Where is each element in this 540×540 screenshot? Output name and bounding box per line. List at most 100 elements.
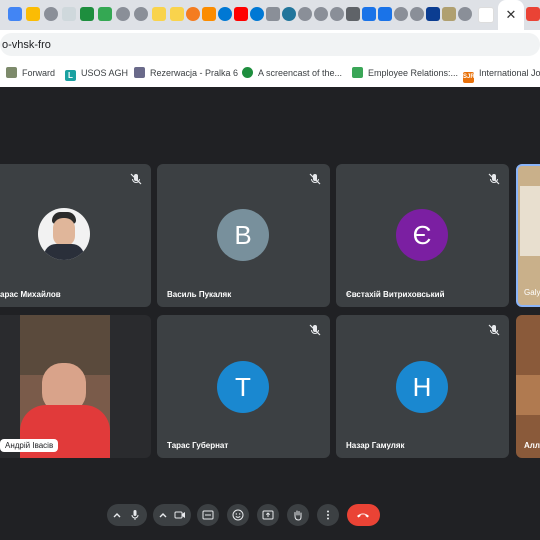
wordpress-tab-icon[interactable] (282, 7, 296, 21)
bookmark-international[interactable]: SJR International Jou (463, 66, 540, 83)
mic-icon[interactable] (129, 509, 141, 521)
raise-hand-button[interactable] (287, 504, 309, 526)
hang-up-icon (357, 513, 369, 518)
site-tab-icon[interactable] (62, 7, 76, 21)
globe-tab-icon[interactable] (314, 7, 328, 21)
avatar: Н (396, 361, 448, 413)
participant-tile-active[interactable]: Galy (516, 164, 540, 307)
participant-tile[interactable]: В Василь Пукаляк (157, 164, 330, 307)
close-tab-icon[interactable]: ✕ (498, 0, 524, 30)
chevron-up-icon[interactable] (157, 509, 169, 521)
avatar (38, 208, 90, 260)
address-bar: o-vhsk-fro (0, 30, 540, 59)
bookmark-label: Forward (22, 68, 56, 78)
participant-name: арас Михайлов (0, 290, 61, 299)
note-tab-icon[interactable] (170, 7, 184, 21)
meet-tab-icon[interactable] (526, 7, 540, 21)
participant-name: Galy (524, 288, 540, 297)
cloud-tab-icon[interactable] (266, 7, 280, 21)
translate-tab-icon[interactable] (346, 7, 360, 21)
plane-tab-icon[interactable] (426, 7, 440, 21)
participant-tile[interactable]: Андрій Івасів (0, 315, 151, 458)
bookmark-usos[interactable]: L USOS AGH (65, 66, 129, 81)
bookmark-label: International Jou (479, 68, 540, 78)
note-tab-icon[interactable] (152, 7, 166, 21)
bookmarks-bar: Forward L USOS AGH Rezerwacja - Pralka 6 … (0, 59, 540, 88)
participant-name: Алл (524, 441, 540, 450)
emoji-button[interactable] (227, 504, 249, 526)
url-field[interactable]: o-vhsk-fro (0, 33, 540, 56)
globe-tab-icon[interactable] (44, 7, 58, 21)
more-vert-icon (327, 510, 329, 520)
video-background (516, 375, 540, 415)
docs-tab-icon[interactable] (8, 7, 22, 21)
participant-video (20, 315, 110, 458)
google-tab-icon[interactable] (478, 7, 494, 23)
bookmark-employee[interactable]: Employee Relations:... (352, 66, 458, 80)
bookmark-label: Rezerwacja - Pralka 6 (150, 68, 239, 78)
youtube-tab-icon[interactable] (234, 7, 248, 21)
mic-off-icon (129, 172, 143, 186)
participant-name: Назар Гамуляк (346, 441, 405, 450)
globe-tab-icon[interactable] (116, 7, 130, 21)
leave-call-button[interactable] (347, 504, 380, 526)
crest-tab-icon[interactable] (442, 7, 456, 21)
avatar: В (217, 209, 269, 261)
globe-tab-icon[interactable] (330, 7, 344, 21)
green-tab-icon[interactable] (80, 7, 94, 21)
browser-tab-strip: ✕ (0, 0, 540, 30)
camera-control-group (153, 504, 191, 526)
hand-icon (294, 510, 302, 521)
drive-tab-icon[interactable] (26, 7, 40, 21)
participant-name-chip: Андрій Івасів (0, 439, 59, 452)
avatar-face (53, 218, 75, 246)
participant-tile[interactable]: Н Назар Гамуляк (336, 315, 509, 458)
bookmark-label: USOS AGH (81, 68, 129, 78)
laundry-icon (134, 67, 145, 78)
bookmark-label: A screencast of the... (258, 68, 343, 78)
video-background (520, 186, 540, 256)
mic-off-icon (487, 323, 501, 337)
globe-tab-icon[interactable] (298, 7, 312, 21)
participant-name: Тарас Губернат (167, 441, 229, 450)
present-button[interactable] (257, 504, 279, 526)
globe-tab-icon[interactable] (394, 7, 408, 21)
participant-name: Євстахій Витриховський (346, 290, 445, 299)
participant-tile[interactable]: Є Євстахій Витриховський (336, 164, 509, 307)
participant-tile[interactable]: арас Михайлов (0, 164, 151, 307)
avatar: Т (217, 361, 269, 413)
meeting-stage: арас Михайлов В Василь Пукаляк Є Євстахі… (0, 87, 540, 540)
present-icon (262, 510, 274, 520)
url-text[interactable]: o-vhsk-fro (2, 39, 51, 51)
avatar: Є (396, 209, 448, 261)
participant-tile[interactable]: Т Тарас Губернат (157, 315, 330, 458)
bookmark-label: Employee Relations:... (368, 68, 459, 78)
usos-icon: L (65, 70, 76, 81)
mic-off-icon (308, 323, 322, 337)
bookmark-forward[interactable]: Forward (6, 66, 55, 80)
chevron-up-icon[interactable] (111, 509, 123, 521)
folder-icon (6, 67, 17, 78)
sjr-icon: SJR (463, 72, 475, 83)
bug-tab-icon[interactable] (98, 7, 112, 21)
cloud-tab-icon[interactable] (218, 7, 232, 21)
orange-tab-icon[interactable] (186, 7, 200, 21)
camera-off-icon[interactable] (174, 509, 186, 521)
shield-tab-icon[interactable] (202, 7, 216, 21)
more-options-button[interactable] (317, 504, 339, 526)
bookmark-screencast[interactable]: A screencast of the... (242, 66, 342, 80)
mic-off-icon (487, 172, 501, 186)
mail-tab-icon[interactable] (378, 7, 392, 21)
captions-icon (202, 510, 214, 520)
bookmark-rezerwacja[interactable]: Rezerwacja - Pralka 6 (134, 66, 238, 80)
globe-tab-icon[interactable] (410, 7, 424, 21)
captions-button[interactable] (197, 504, 219, 526)
participant-tile[interactable]: Алл (516, 315, 540, 458)
chat-tab-icon[interactable] (362, 7, 376, 21)
globe-tab-icon[interactable] (134, 7, 148, 21)
avatar-shirt (44, 244, 84, 260)
globe-tab-icon[interactable] (458, 7, 472, 21)
participant-name: Василь Пукаляк (167, 290, 232, 299)
cloud-tab-icon[interactable] (250, 7, 264, 21)
mic-off-icon (308, 172, 322, 186)
